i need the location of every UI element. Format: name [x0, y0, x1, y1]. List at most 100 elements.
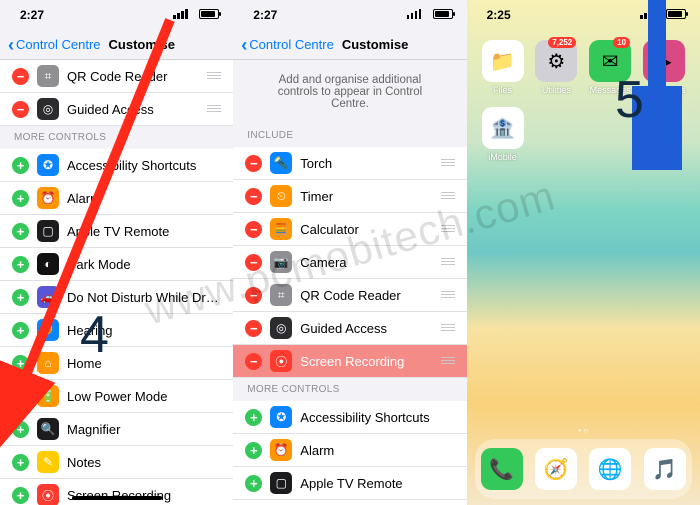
row-label: Magnifier: [67, 422, 221, 437]
remove-button[interactable]: −: [245, 155, 262, 172]
drag-handle-icon[interactable]: [441, 159, 455, 167]
remove-button[interactable]: −: [12, 101, 29, 118]
row-label: Accessibility Shortcuts: [300, 410, 454, 425]
app-icon: ⏰: [37, 187, 59, 209]
settings-row[interactable]: −⌗QR Code Reader: [233, 279, 466, 312]
remove-button[interactable]: −: [245, 353, 262, 370]
settings-row[interactable]: +⏰Alarm: [233, 434, 466, 467]
app-icon: ⦿: [37, 484, 59, 505]
settings-row[interactable]: + 🔍 Magnifier: [0, 413, 233, 446]
screenshot-left: 2:27 ‹ Control Centre Customise −⌗QR Cod…: [0, 0, 233, 505]
dock-app[interactable]: 🌐: [589, 448, 631, 490]
section-header-more: MORE CONTROLS: [233, 378, 466, 401]
app-icon: ⌂: [37, 352, 59, 374]
add-button[interactable]: +: [12, 289, 29, 306]
screenshot-right: 2:25 📁Files⚙︎Utilities7,252✉︎Messages10▶…: [467, 0, 700, 505]
remove-button[interactable]: −: [245, 188, 262, 205]
add-button[interactable]: +: [12, 421, 29, 438]
settings-row[interactable]: −📷Camera: [233, 246, 466, 279]
app-icon: ⏲: [270, 185, 292, 207]
signal-icon: [173, 9, 188, 19]
settings-row[interactable]: −◎Guided Access: [233, 312, 466, 345]
dock: 📞 🧭 🌐 🎵: [475, 439, 692, 499]
app-label: JioCinema: [643, 85, 686, 95]
remove-button[interactable]: −: [245, 287, 262, 304]
dock-app[interactable]: 🎵: [644, 448, 686, 490]
settings-row[interactable]: +👂Hearing: [0, 314, 233, 347]
add-button[interactable]: +: [245, 409, 262, 426]
battery-icon: [666, 9, 686, 19]
back-label: Control Centre: [16, 37, 101, 52]
settings-row[interactable]: +◐Dark Mode: [0, 248, 233, 281]
app-icon: 🔍: [37, 418, 59, 440]
add-button[interactable]: +: [245, 442, 262, 459]
home-app[interactable]: ▶︎JioCinema: [640, 40, 688, 95]
add-button[interactable]: +: [12, 355, 29, 372]
add-button[interactable]: +: [12, 223, 29, 240]
app-icon: 🔋: [37, 385, 59, 407]
add-button[interactable]: +: [12, 256, 29, 273]
drag-handle-icon[interactable]: [441, 192, 455, 200]
dock-app[interactable]: 🧭: [535, 448, 577, 490]
status-bar: 2:27: [0, 0, 233, 30]
row-label: Screen Recording: [67, 488, 221, 503]
drag-handle-icon[interactable]: [441, 225, 455, 233]
settings-row[interactable]: +⌂Home: [0, 347, 233, 380]
settings-row[interactable]: + ⏰ Alarm: [0, 182, 233, 215]
clock: 2:27: [253, 8, 277, 22]
add-button[interactable]: +: [12, 157, 29, 174]
app-icon: 🔦: [270, 152, 292, 174]
drag-handle-icon[interactable]: [441, 324, 455, 332]
settings-row[interactable]: +✪Accessibility Shortcuts: [233, 401, 466, 434]
back-button[interactable]: ‹ Control Centre: [8, 36, 101, 54]
settings-row[interactable]: −🔦Torch: [233, 147, 466, 180]
home-app[interactable]: ⚙︎Utilities7,252: [532, 40, 580, 95]
add-button[interactable]: +: [245, 475, 262, 492]
remove-button[interactable]: −: [245, 221, 262, 238]
settings-row[interactable]: +▢Apple TV Remote: [0, 215, 233, 248]
home-app[interactable]: 🏦iMobile: [479, 107, 527, 162]
home-indicator[interactable]: [72, 496, 162, 500]
drag-handle-icon[interactable]: [207, 72, 221, 80]
row-label: Screen Recording: [300, 354, 432, 369]
settings-row[interactable]: +✪Accessibility Shortcuts: [0, 149, 233, 182]
dock-app[interactable]: 📞: [481, 448, 523, 490]
settings-row[interactable]: + ⦿ Screen Recording: [0, 479, 233, 505]
drag-handle-icon[interactable]: [441, 357, 455, 365]
home-app[interactable]: 📁Files: [479, 40, 527, 95]
remove-button[interactable]: −: [12, 68, 29, 85]
page-dots[interactable]: • ○: [467, 426, 700, 435]
settings-row[interactable]: −⏲Timer: [233, 180, 466, 213]
settings-row[interactable]: +🚗Do Not Disturb While Driving: [0, 281, 233, 314]
row-label: Do Not Disturb While Driving: [67, 290, 221, 305]
page-title: Customise: [342, 37, 408, 52]
app-label: Files: [493, 85, 512, 95]
row-label: Notes: [67, 455, 221, 470]
row-label: Alarm: [300, 443, 454, 458]
drag-handle-icon[interactable]: [441, 258, 455, 266]
settings-row[interactable]: +🔋Low Power Mode: [0, 380, 233, 413]
add-button[interactable]: +: [12, 388, 29, 405]
settings-row[interactable]: +▢Apple TV Remote: [233, 467, 466, 500]
settings-row[interactable]: −⦿Screen Recording: [233, 345, 466, 378]
row-label: Camera: [300, 255, 432, 270]
settings-row[interactable]: +✎Notes: [0, 446, 233, 479]
add-button[interactable]: +: [12, 322, 29, 339]
remove-button[interactable]: −: [245, 320, 262, 337]
settings-row[interactable]: −⌗QR Code Reader: [0, 60, 233, 93]
row-label: Accessibility Shortcuts: [67, 158, 221, 173]
drag-handle-icon[interactable]: [207, 105, 221, 113]
settings-row[interactable]: −🧮Calculator: [233, 213, 466, 246]
settings-row[interactable]: +◐Dark Mode: [233, 500, 466, 505]
nav-bar: ‹ Control Centre Customise: [233, 30, 466, 60]
back-button[interactable]: ‹ Control Centre: [241, 36, 334, 54]
add-button[interactable]: +: [12, 487, 29, 504]
battery-icon: [199, 9, 219, 19]
app-icon: 👂: [37, 319, 59, 341]
add-button[interactable]: +: [12, 190, 29, 207]
drag-handle-icon[interactable]: [441, 291, 455, 299]
add-button[interactable]: +: [12, 454, 29, 471]
settings-row[interactable]: −◎Guided Access: [0, 93, 233, 126]
remove-button[interactable]: −: [245, 254, 262, 271]
row-label: Alarm: [67, 191, 221, 206]
